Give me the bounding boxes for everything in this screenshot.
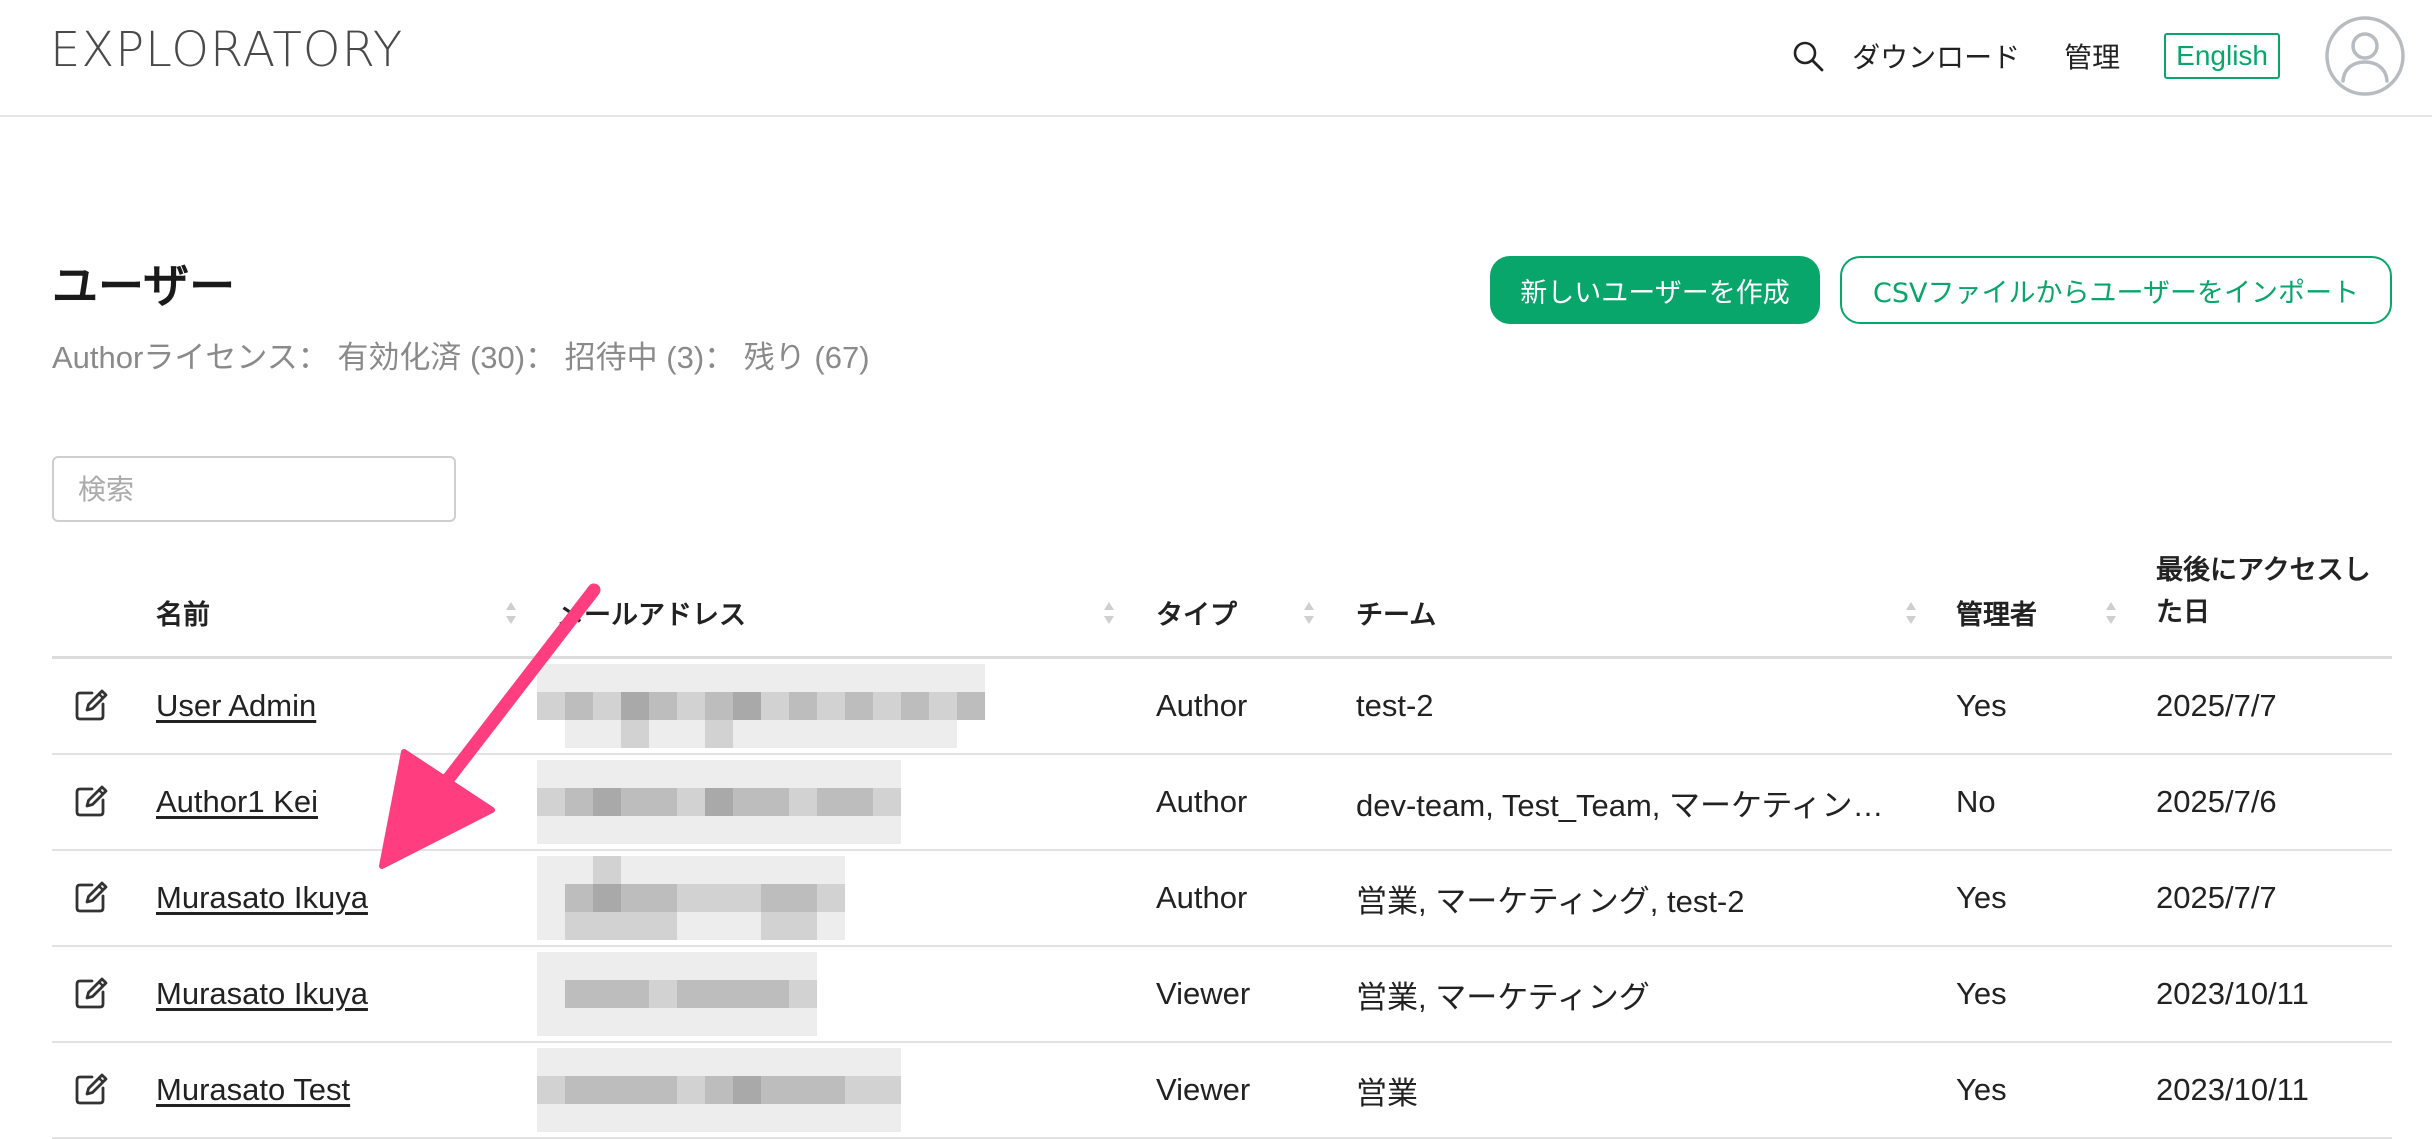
user-admin-cell: No bbox=[1956, 784, 1996, 819]
pixelated-email bbox=[537, 856, 985, 940]
user-last-access-cell: 2025/7/7 bbox=[2156, 880, 2277, 915]
table-body: User Admin Author test-2 Yes 2025/7/7 Au… bbox=[52, 659, 2392, 1139]
user-admin-cell: Yes bbox=[1956, 976, 2007, 1011]
sort-icon[interactable] bbox=[1302, 598, 1316, 628]
table-row: Murasato Ikuya Author 営業, マーケティング, test-… bbox=[52, 851, 2392, 947]
user-team-cell: 営業, マーケティング bbox=[1356, 979, 1650, 1015]
user-last-access-cell: 2025/7/7 bbox=[2156, 688, 2277, 723]
user-type-cell: Viewer bbox=[1156, 976, 1251, 1011]
language-toggle-button[interactable]: English bbox=[2164, 33, 2280, 79]
email-cell-redacted bbox=[537, 659, 985, 753]
user-admin-cell: Yes bbox=[1956, 1072, 2007, 1107]
user-team-cell: test-2 bbox=[1356, 688, 1434, 723]
pixelated-email bbox=[537, 760, 985, 844]
license-info: Authorライセンス： 有効化済 (30)： 招待中 (3)： 残り (67) bbox=[52, 340, 870, 375]
edit-icon[interactable] bbox=[72, 686, 110, 724]
edit-icon[interactable] bbox=[72, 974, 110, 1012]
create-user-button[interactable]: 新しいユーザーを作成 bbox=[1490, 256, 1820, 324]
search-input[interactable] bbox=[52, 456, 456, 522]
top-nav: ダウンロード 管理 English bbox=[1788, 12, 2406, 100]
table-row: Murasato Ikuya Viewer 営業, マーケティング Yes 20… bbox=[52, 947, 2392, 1043]
column-header-type[interactable]: タイプ bbox=[1156, 593, 1237, 632]
user-admin-cell: Yes bbox=[1956, 880, 2007, 915]
user-name-cell: User Admin bbox=[156, 659, 316, 753]
user-type-cell: Viewer bbox=[1156, 1072, 1251, 1107]
search-icon[interactable] bbox=[1788, 36, 1828, 76]
nav-download-link[interactable]: ダウンロード bbox=[1852, 36, 2020, 76]
email-cell-redacted bbox=[537, 755, 985, 849]
column-header-name[interactable]: 名前 bbox=[156, 593, 210, 632]
import-csv-button[interactable]: CSVファイルからユーザーをインポート bbox=[1840, 256, 2392, 324]
user-name-cell: Murasato Ikuya bbox=[156, 947, 368, 1041]
user-name-link[interactable]: User Admin bbox=[156, 688, 316, 724]
user-type-cell: Author bbox=[1156, 880, 1248, 915]
edit-icon[interactable] bbox=[72, 1070, 110, 1108]
table-row: Author1 Kei Author dev-team, Test_Team, … bbox=[52, 755, 2392, 851]
table-row: Murasato Test Viewer 営業 Yes 2023/10/11 bbox=[52, 1043, 2392, 1139]
user-name-cell: Murasato Test bbox=[156, 1043, 350, 1137]
email-cell-redacted bbox=[537, 1043, 985, 1137]
edit-icon[interactable] bbox=[72, 878, 110, 916]
user-name-cell: Author1 Kei bbox=[156, 755, 318, 849]
column-header-last-access[interactable]: 最後にアクセスした日 bbox=[2156, 550, 2376, 634]
sort-icon[interactable] bbox=[1904, 598, 1918, 628]
pixelated-email bbox=[537, 952, 985, 1036]
users-table: 名前 メールアドレス タイプ チーム 管理者 最後にアクセスした日 User A… bbox=[52, 555, 2392, 1139]
user-last-access-cell: 2023/10/11 bbox=[2156, 976, 2309, 1011]
email-cell-redacted bbox=[537, 851, 985, 945]
page-title: ユーザー bbox=[52, 259, 236, 313]
user-last-access-cell: 2023/10/11 bbox=[2156, 1072, 2309, 1107]
user-name-link[interactable]: Murasato Ikuya bbox=[156, 976, 368, 1012]
app-logo[interactable]: EXPLORATORY bbox=[50, 22, 403, 78]
user-name-link[interactable]: Murasato Test bbox=[156, 1072, 350, 1108]
user-team-cell: 営業, マーケティング, test-2 bbox=[1356, 883, 1745, 919]
column-header-admin[interactable]: 管理者 bbox=[1956, 593, 2037, 632]
pixelated-email bbox=[537, 1048, 985, 1132]
table-row: User Admin Author test-2 Yes 2025/7/7 bbox=[52, 659, 2392, 755]
user-team-cell: 営業 bbox=[1356, 1075, 1418, 1111]
sort-icon[interactable] bbox=[1102, 598, 1116, 628]
user-name-link[interactable]: Murasato Ikuya bbox=[156, 880, 368, 916]
top-header: EXPLORATORY ダウンロード 管理 English bbox=[0, 0, 2432, 117]
sort-icon[interactable] bbox=[504, 598, 518, 628]
user-admin-cell: Yes bbox=[1956, 688, 2007, 723]
email-cell-redacted bbox=[537, 947, 985, 1041]
user-team-cell: dev-team, Test_Team, マーケティン… bbox=[1356, 787, 1884, 823]
table-header: 名前 メールアドレス タイプ チーム 管理者 最後にアクセスした日 bbox=[52, 555, 2392, 659]
user-type-cell: Author bbox=[1156, 688, 1248, 723]
user-name-link[interactable]: Author1 Kei bbox=[156, 784, 318, 820]
column-header-team[interactable]: チーム bbox=[1356, 593, 1436, 632]
pixelated-email bbox=[537, 664, 985, 748]
edit-icon[interactable] bbox=[72, 782, 110, 820]
column-header-email[interactable]: メールアドレス bbox=[557, 593, 746, 632]
sort-icon[interactable] bbox=[2104, 598, 2118, 628]
user-type-cell: Author bbox=[1156, 784, 1248, 819]
user-name-cell: Murasato Ikuya bbox=[156, 851, 368, 945]
nav-admin-link[interactable]: 管理 bbox=[2064, 36, 2120, 76]
user-avatar-icon[interactable] bbox=[2324, 15, 2406, 97]
user-last-access-cell: 2025/7/6 bbox=[2156, 784, 2277, 819]
